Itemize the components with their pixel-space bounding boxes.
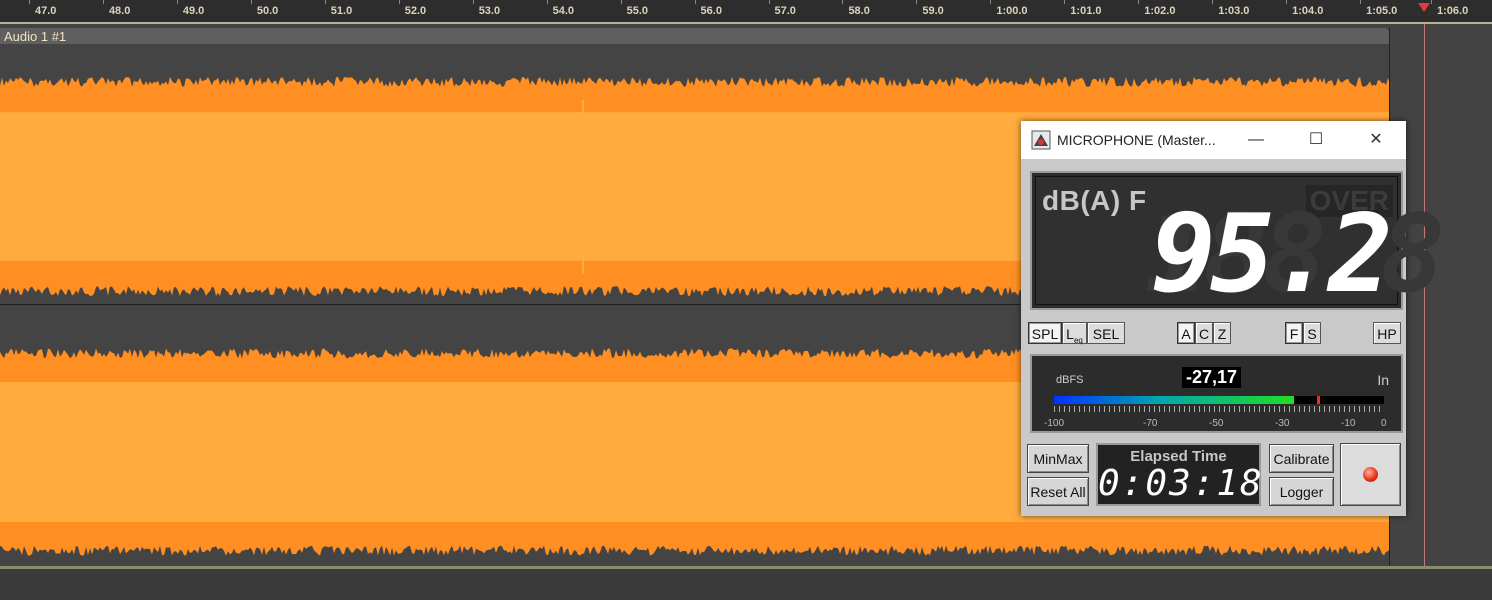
level-scale-label: -30 <box>1275 418 1290 429</box>
leq-label: L <box>1066 326 1074 342</box>
level-scale-label: -50 <box>1209 418 1224 429</box>
ruler-tick-mark <box>1212 0 1214 4</box>
leq-subscript: eq <box>1073 335 1083 345</box>
ruler-tick-mark <box>546 0 548 4</box>
ruler-tick-label: 59.0 <box>922 5 944 17</box>
spl-meter-app-icon <box>1031 130 1051 150</box>
level-scale-ticks <box>1054 406 1384 412</box>
empty-track-area <box>0 569 1492 600</box>
logger-button[interactable]: Logger <box>1269 477 1334 506</box>
ruler-tick-label: 52.0 <box>404 5 427 17</box>
high-pass-button[interactable]: HP <box>1373 322 1401 344</box>
z-weighting-button[interactable]: Z <box>1213 322 1231 344</box>
ruler-tick-mark <box>990 0 992 4</box>
a-weighting-button[interactable]: A <box>1177 322 1195 344</box>
dbfs-unit-label: dBFS <box>1056 374 1084 386</box>
spl-meter-window[interactable]: MICROPHONE (Master... — ☐ ✕ dB(A) F OVER… <box>1021 121 1445 516</box>
c-weighting-button[interactable]: C <box>1195 322 1213 344</box>
level-bar-fill <box>1054 396 1295 404</box>
ruler-tick-mark <box>916 0 918 4</box>
ruler-tick-mark <box>768 0 770 4</box>
track-header[interactable]: Audio 1 #1 <box>0 28 1390 44</box>
level-scale-label: -10 <box>1341 418 1356 429</box>
ruler-tick-mark <box>842 0 844 4</box>
ruler-tick-label: 50.0 <box>256 5 279 17</box>
level-scale-label: -100 <box>1044 418 1065 429</box>
dbfs-value: -27,17 <box>1182 367 1242 388</box>
record-led-icon <box>1363 467 1378 482</box>
record-button[interactable] <box>1340 443 1401 506</box>
ruler-tick-mark <box>1064 0 1066 4</box>
ruler-tick-mark <box>1360 0 1362 4</box>
playhead-marker-icon[interactable] <box>1418 3 1430 12</box>
ruler-tick-mark <box>29 0 30 4</box>
level-scale-label: -70 <box>1143 418 1158 429</box>
fast-response-button[interactable]: F <box>1285 322 1303 344</box>
window-titlebar[interactable]: MICROPHONE (Master... — ☐ ✕ <box>1021 121 1406 159</box>
minmax-button[interactable]: MinMax <box>1027 444 1089 473</box>
ruler-tick-label: 51.0 <box>330 5 353 17</box>
ruler-tick-label: 49.0 <box>182 5 205 17</box>
ruler-tick-label: 58.0 <box>848 5 870 17</box>
input-label: In <box>1377 372 1389 388</box>
level-scale-label: 0 <box>1381 418 1387 429</box>
ruler-tick-label: 1:06.0 <box>1437 5 1469 17</box>
ruler-tick-label: 48.0 <box>108 5 131 17</box>
ruler-tick-mark <box>472 0 474 4</box>
window-title: MICROPHONE (Master... <box>1057 132 1216 148</box>
ruler-tick-mark <box>250 0 252 4</box>
ruler-tick-label: 53.0 <box>478 5 501 17</box>
ruler-tick-label: 54.0 <box>552 5 575 17</box>
minimize-icon[interactable]: — <box>1236 127 1276 153</box>
ruler-baseline <box>0 22 1492 24</box>
ruler-tick-mark <box>324 0 326 4</box>
elapsed-time-display: Elapsed Time 0:03:18 <box>1096 443 1264 506</box>
ruler-tick-label: 1:05.0 <box>1366 5 1398 17</box>
spl-display-screen: dB(A) F OVER 188.8 95.2 <box>1035 176 1445 317</box>
ruler-tick-label: 1:01.0 <box>1070 5 1102 17</box>
spl-value: 95.2 <box>1150 192 1393 317</box>
sel-mode-button[interactable]: SEL <box>1087 322 1125 344</box>
spl-display: dB(A) F OVER 188.8 95.2 <box>1030 171 1445 317</box>
level-bar <box>1054 396 1384 404</box>
timeline-ruler[interactable]: 47.0 48.0 49.0 50.0 51.0 52.0 53.0 54.0 55.0 56.0… <box>0 0 1492 24</box>
ruler-tick-mark <box>102 0 104 4</box>
ruler-tick-mark <box>398 0 400 4</box>
elapsed-time-value: 0:03:18 <box>1098 463 1264 504</box>
ruler-tick-mark <box>176 0 178 4</box>
leq-mode-button[interactable]: Leq <box>1062 322 1087 345</box>
ruler-tick-mark <box>1431 0 1432 4</box>
ruler-tick-label: 55.0 <box>626 5 649 17</box>
maximize-icon[interactable]: ☐ <box>1296 127 1336 153</box>
ruler-tick-label: 47.0 <box>35 5 57 17</box>
input-level-panel: dBFS -27,17 In -100 -70 -50 -30 -10 0 <box>1030 354 1403 433</box>
track-name: Audio 1 #1 <box>4 29 67 44</box>
spl-mode-button[interactable]: SPL <box>1028 322 1062 344</box>
peak-hold-marker <box>1317 396 1320 404</box>
slow-response-button[interactable]: S <box>1303 322 1321 344</box>
calibrate-button[interactable]: Calibrate <box>1269 444 1334 473</box>
ruler-tick-label: 1:04.0 <box>1292 5 1324 17</box>
reset-all-button[interactable]: Reset All <box>1027 477 1089 506</box>
ruler-tick-label: 56.0 <box>700 5 722 17</box>
ruler-tick-label: 1:00.0 <box>996 5 1028 17</box>
ruler-tick-mark <box>1286 0 1288 4</box>
ruler-tick-mark <box>620 0 622 4</box>
ruler-tick-label: 57.0 <box>774 5 796 17</box>
close-icon[interactable]: ✕ <box>1356 127 1396 153</box>
ruler-tick-mark <box>694 0 696 4</box>
ruler-tick-label: 1:03.0 <box>1218 5 1250 17</box>
weighting-readout: dB(A) F <box>1042 185 1147 216</box>
ruler-tick-label: 1:02.0 <box>1144 5 1176 17</box>
ruler-tick-mark <box>1138 0 1140 4</box>
